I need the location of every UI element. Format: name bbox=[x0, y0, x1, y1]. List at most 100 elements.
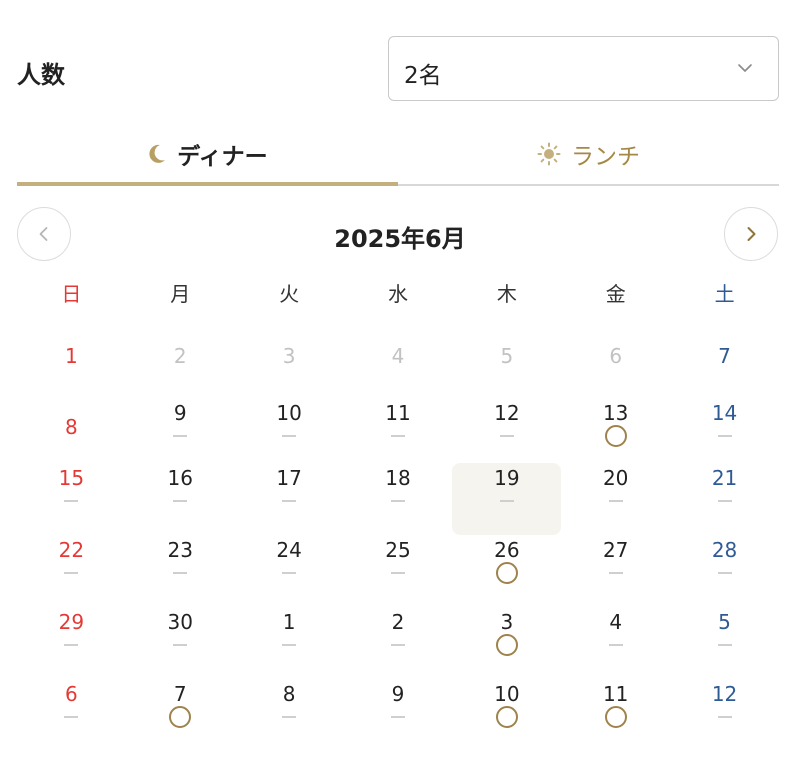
unavailable-dash bbox=[390, 500, 405, 502]
calendar-day[interactable]: 15 bbox=[17, 463, 126, 535]
unavailable-dash bbox=[282, 716, 297, 718]
available-circle-icon bbox=[495, 706, 518, 728]
unavailable-dash bbox=[282, 435, 297, 437]
calendar-day-number: 13 bbox=[602, 401, 629, 425]
calendar-day[interactable]: 9 bbox=[344, 679, 453, 751]
calendar-day[interactable]: 5 bbox=[670, 607, 779, 679]
calendar-day[interactable]: 30 bbox=[126, 607, 235, 679]
calendar-day-number: 12 bbox=[494, 401, 520, 425]
unavailable-dash bbox=[608, 500, 623, 502]
calendar-day[interactable]: 17 bbox=[235, 463, 344, 535]
calendar-day[interactable]: 20 bbox=[561, 463, 670, 535]
calendar-day-number: 18 bbox=[385, 466, 411, 490]
calendar-day-number: 2 bbox=[391, 610, 405, 634]
calendar-day[interactable]: 10 bbox=[235, 398, 344, 470]
calendar-day-number: 11 bbox=[385, 401, 411, 425]
unavailable-dash bbox=[390, 644, 405, 646]
calendar-day[interactable]: 10 bbox=[452, 679, 561, 751]
unavailable-dash bbox=[173, 500, 188, 502]
calendar-day[interactable]: 2 bbox=[344, 607, 453, 679]
calendar-day-number: 17 bbox=[276, 466, 302, 490]
calendar-day[interactable]: 27 bbox=[561, 535, 670, 607]
calendar-day[interactable]: 18 bbox=[344, 463, 453, 535]
calendar-day-number: 6 bbox=[65, 682, 78, 706]
unavailable-dash bbox=[173, 435, 188, 437]
unavailable-dash bbox=[282, 500, 297, 502]
calendar-day-number: 1 bbox=[282, 610, 296, 634]
calendar-day-number: 12 bbox=[711, 682, 738, 706]
calendar-day[interactable]: 4 bbox=[561, 607, 670, 679]
unavailable-dash bbox=[282, 572, 297, 574]
unavailable-dash bbox=[717, 435, 732, 437]
available-circle-icon bbox=[169, 706, 192, 728]
calendar-day[interactable]: 11 bbox=[344, 398, 453, 470]
calendar-day[interactable]: 6 bbox=[17, 679, 126, 751]
calendar-day[interactable]: 28 bbox=[670, 535, 779, 607]
available-circle-icon bbox=[495, 562, 518, 584]
calendar-day-number: 4 bbox=[609, 610, 623, 634]
unavailable-dash bbox=[717, 572, 732, 574]
calendar-day[interactable]: 7 bbox=[126, 679, 235, 751]
calendar-day-number: 16 bbox=[167, 466, 193, 490]
calendar-day[interactable]: 19 bbox=[452, 463, 562, 535]
calendar-day[interactable]: 24 bbox=[235, 535, 344, 607]
calendar-day-number: 9 bbox=[391, 682, 405, 706]
unavailable-dash bbox=[173, 572, 188, 574]
calendar-day-number: 28 bbox=[711, 538, 738, 562]
calendar-grid: 1 2 3 4 5 6 7 8 9 10 11 12 13 14 15 16 17 18 19 20 21 22 23 24 2… bbox=[17, 0, 779, 770]
unavailable-dash bbox=[717, 644, 732, 646]
calendar-day[interactable]: 23 bbox=[126, 535, 235, 607]
calendar-day[interactable]: 8 bbox=[235, 679, 344, 751]
calendar-day-number: 6 bbox=[609, 344, 623, 368]
calendar-day[interactable]: 11 bbox=[561, 679, 670, 751]
calendar-day-number: 3 bbox=[282, 344, 296, 368]
calendar-day-number: 22 bbox=[58, 538, 85, 562]
unavailable-dash bbox=[390, 716, 405, 718]
calendar-day[interactable]: 16 bbox=[126, 463, 235, 535]
unavailable-dash bbox=[608, 644, 623, 646]
calendar-day-number: 20 bbox=[602, 466, 629, 490]
calendar-day-number: 11 bbox=[602, 682, 629, 706]
calendar-day[interactable]: 9 bbox=[126, 398, 235, 470]
calendar-day-number: 25 bbox=[385, 538, 411, 562]
calendar-day-number: 7 bbox=[718, 344, 731, 368]
calendar-day-number: 26 bbox=[494, 538, 520, 562]
unavailable-dash bbox=[390, 572, 405, 574]
unavailable-dash bbox=[64, 500, 79, 502]
available-circle-icon bbox=[495, 634, 518, 656]
calendar-day[interactable]: 14 bbox=[670, 398, 779, 470]
calendar-day[interactable]: 12 bbox=[670, 679, 779, 751]
calendar-day-number: 9 bbox=[173, 401, 187, 425]
calendar-day[interactable]: 13 bbox=[561, 398, 670, 470]
unavailable-dash bbox=[64, 716, 79, 718]
calendar-day-number: 7 bbox=[173, 682, 187, 706]
calendar-day-number: 14 bbox=[711, 401, 738, 425]
calendar-day-number: 27 bbox=[602, 538, 629, 562]
unavailable-dash bbox=[173, 644, 188, 646]
calendar-day-number: 29 bbox=[58, 610, 85, 634]
calendar-day-number: 1 bbox=[65, 344, 78, 368]
unavailable-dash bbox=[499, 500, 514, 502]
calendar-day[interactable]: 25 bbox=[344, 535, 453, 607]
calendar-day-number: 30 bbox=[167, 610, 193, 634]
available-circle-icon bbox=[604, 425, 627, 447]
unavailable-dash bbox=[282, 644, 297, 646]
calendar-day[interactable]: 22 bbox=[17, 535, 126, 607]
calendar-day-number: 8 bbox=[65, 415, 78, 439]
calendar-day[interactable]: 3 bbox=[452, 607, 561, 679]
calendar-day-number: 15 bbox=[58, 466, 85, 490]
calendar-day[interactable]: 29 bbox=[17, 607, 126, 679]
calendar-day[interactable]: 26 bbox=[452, 535, 561, 607]
calendar-day[interactable]: 1 bbox=[235, 607, 344, 679]
unavailable-dash bbox=[717, 500, 732, 502]
unavailable-dash bbox=[717, 716, 732, 718]
calendar-day[interactable]: 21 bbox=[670, 463, 779, 535]
unavailable-dash bbox=[64, 572, 79, 574]
calendar-day-number: 2 bbox=[173, 344, 187, 368]
calendar-day: 8 bbox=[17, 398, 126, 470]
calendar-day[interactable]: 12 bbox=[452, 398, 561, 470]
calendar-day-number: 21 bbox=[711, 466, 738, 490]
calendar-day-number: 8 bbox=[282, 682, 296, 706]
calendar-day-number: 19 bbox=[494, 466, 520, 490]
calendar-day-number: 10 bbox=[276, 401, 302, 425]
